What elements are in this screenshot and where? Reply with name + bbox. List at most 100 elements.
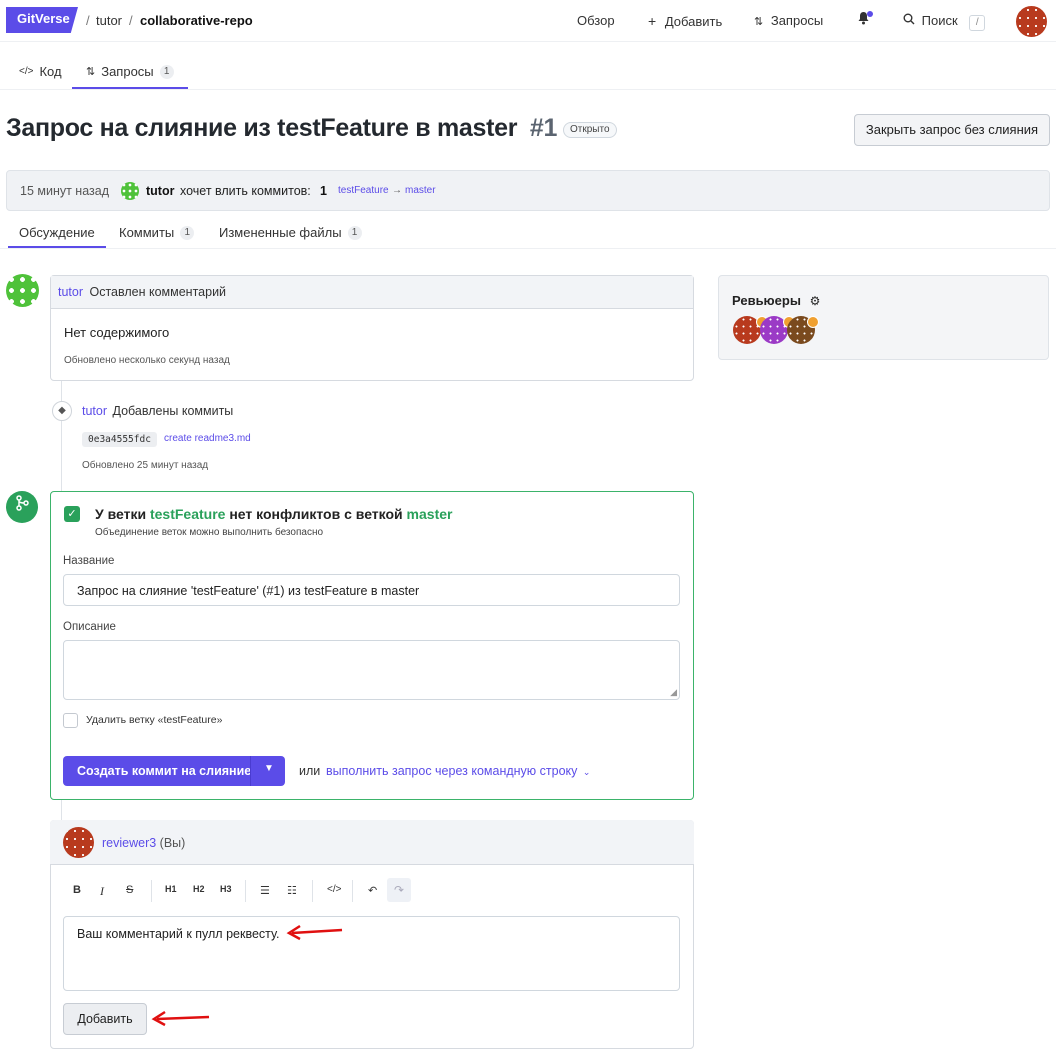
reviewer-name[interactable]: reviewer3: [102, 836, 156, 850]
comment-textarea[interactable]: Ваш комментарий к пулл реквесту.: [63, 916, 680, 991]
pr-number: #1: [529, 114, 558, 142]
tab-changed-files[interactable]: Измененные файлы 1: [219, 225, 362, 240]
info-count: 1: [320, 184, 327, 198]
heading2-button[interactable]: H2: [193, 884, 205, 894]
arrow-right-icon: →: [392, 185, 402, 196]
gitverse-logo[interactable]: GitVerse: [6, 7, 78, 33]
bullet-list-icon[interactable]: ☰: [260, 884, 270, 897]
code-icon[interactable]: </>: [327, 884, 341, 895]
gear-icon[interactable]: ⚙: [810, 294, 821, 308]
toolbar-divider: [245, 880, 246, 902]
search-icon: [903, 13, 919, 28]
nav-search-label: Поиск: [921, 13, 958, 28]
requests-count-badge: 1: [159, 64, 174, 79]
pr-title-text: Запрос на слияние из testFeature в maste…: [6, 114, 518, 142]
pull-request-icon: ⇅: [86, 66, 96, 78]
commit-icon: ◆: [52, 401, 72, 421]
code-icon: </>: [19, 66, 34, 77]
search-shortcut: /: [969, 15, 986, 31]
numbered-list-icon[interactable]: ☷: [287, 884, 297, 897]
toolbar-divider: [151, 880, 152, 902]
commit-updated: Обновлено 25 минут назад: [82, 460, 209, 471]
avatar: [63, 827, 94, 858]
nav-requests[interactable]: ⇅ Запросы: [754, 13, 823, 28]
close-pr-button[interactable]: Закрыть запрос без слияния: [854, 114, 1050, 146]
strikethrough-button[interactable]: S: [126, 884, 133, 896]
merge-subtitle: Объединение веток можно выполнить безопа…: [95, 527, 324, 538]
breadcrumb-separator: /: [129, 13, 133, 28]
divider: [0, 89, 1056, 90]
delete-branch-label: Удалить ветку «testFeature»: [86, 714, 223, 726]
merge-or-text: или: [299, 764, 321, 778]
breadcrumb-separator: /: [86, 13, 90, 28]
tab-commits-label: Коммиты: [119, 225, 175, 240]
cli-link-label: выполнить запрос через командную строку: [326, 764, 578, 778]
comment-card: tutor Оставлен комментарий Нет содержимо…: [50, 275, 694, 381]
info-text: хочет влить коммитов:: [180, 184, 311, 198]
tab-requests[interactable]: ⇅ Запросы 1: [86, 64, 174, 79]
resize-handle-icon[interactable]: ◢: [670, 687, 677, 698]
redo-icon[interactable]: ↷: [387, 878, 411, 902]
branch-from[interactable]: testFeature: [338, 185, 389, 196]
chevron-down-icon[interactable]: ▼: [264, 763, 274, 774]
branch-to[interactable]: master: [405, 185, 436, 196]
chevron-down-icon: ⌄: [582, 767, 591, 777]
cli-merge-link[interactable]: выполнить запрос через командную строку …: [326, 764, 590, 778]
commit-message[interactable]: create readme3.md: [164, 433, 251, 444]
notification-dot: [867, 11, 873, 17]
merge-branch-to: master: [406, 506, 453, 522]
info-user[interactable]: tutor: [146, 184, 174, 198]
heading3-button[interactable]: H3: [220, 884, 232, 894]
breadcrumb-repo[interactable]: collaborative-repo: [140, 13, 253, 28]
you-label: (Вы): [159, 836, 186, 850]
merge-branch-from: testFeature: [149, 506, 226, 522]
nav-requests-label: Запросы: [770, 13, 824, 28]
tab-code[interactable]: </> Код: [19, 64, 62, 79]
top-nav: GitVerse / tutor / collaborative-repo Об…: [0, 0, 1056, 42]
commit-author[interactable]: tutor: [82, 404, 107, 418]
files-count-badge: 1: [347, 225, 362, 240]
merge-description-input[interactable]: ◢: [63, 640, 680, 700]
reviewers-title-label: Ревьюеры: [732, 293, 801, 308]
annotation-arrow-icon: [286, 924, 343, 941]
breadcrumb-owner[interactable]: tutor: [96, 13, 122, 28]
bold-button[interactable]: B: [73, 884, 81, 896]
merge-title-input[interactable]: Запрос на слияние 'testFeature' (#1) из …: [63, 574, 680, 606]
nav-add-label: Добавить: [664, 14, 723, 29]
delete-branch-checkbox[interactable]: [63, 713, 78, 728]
reviewers-title: Ревьюеры ⚙: [732, 293, 820, 308]
pull-request-icon: ⇅: [754, 16, 764, 28]
commits-count-badge: 1: [180, 225, 195, 240]
button-divider: [250, 756, 251, 786]
tab-commits[interactable]: Коммиты 1: [119, 225, 195, 240]
merge-icon: [6, 491, 38, 523]
merge-heading-pre: У ветки: [95, 506, 147, 522]
undo-icon[interactable]: ↶: [368, 884, 377, 897]
check-icon: ✓: [64, 506, 80, 522]
create-merge-commit-button[interactable]: Создать коммит на слияние ▼: [63, 756, 285, 786]
status-badge: Открыто: [563, 122, 617, 138]
plus-icon: +: [648, 13, 657, 29]
tab-files-label: Измененные файлы: [219, 225, 342, 240]
heading1-button[interactable]: H1: [165, 884, 177, 894]
add-comment-button[interactable]: Добавить: [63, 1003, 147, 1035]
commit-hash[interactable]: 0e3a4555fdc: [82, 432, 157, 447]
toolbar-divider: [312, 880, 313, 902]
italic-button[interactable]: I: [100, 884, 104, 899]
annotation-arrow-icon: [151, 1010, 210, 1027]
nav-search[interactable]: Поиск /: [903, 13, 986, 31]
tab-discussion-label: Обсуждение: [19, 225, 95, 240]
user-avatar[interactable]: [1016, 6, 1047, 37]
merge-heading-mid: нет конфликтов с веткой: [229, 506, 403, 522]
nav-overview[interactable]: Обзор: [577, 13, 615, 28]
nav-add[interactable]: + Добавить: [648, 13, 722, 29]
tab-discussion[interactable]: Обсуждение: [19, 225, 95, 240]
comment-header: tutor Оставлен комментарий: [51, 276, 693, 309]
comment-author[interactable]: tutor: [58, 285, 83, 299]
comment-updated: Обновлено несколько секунд назад: [64, 355, 230, 366]
merge-button-label: Создать коммит на слияние: [77, 764, 252, 778]
info-time: 15 минут назад: [20, 184, 109, 198]
name-label: Название: [63, 555, 115, 567]
tab-code-label: Код: [39, 64, 62, 79]
merge-heading: У ветки testFeature нет конфликтов с вет…: [95, 506, 452, 522]
